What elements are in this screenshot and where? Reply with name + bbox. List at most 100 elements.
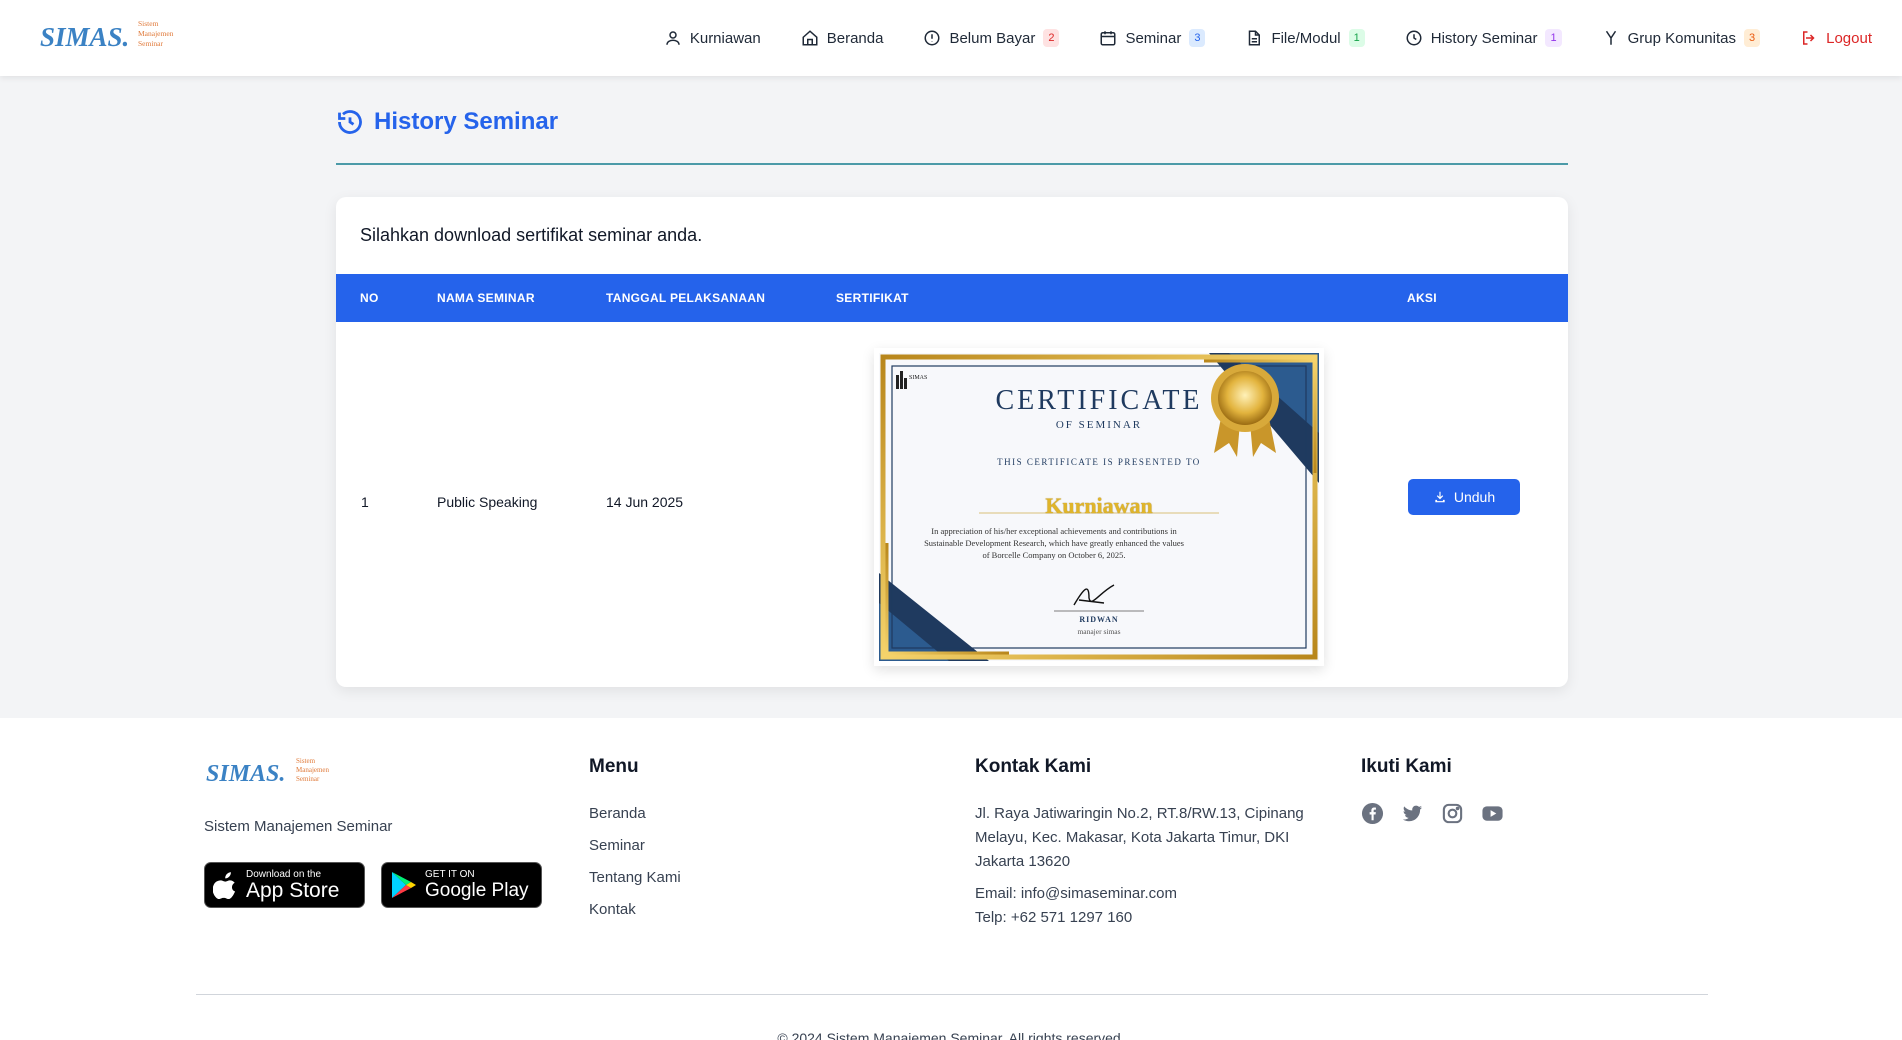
table-row: 1 Public Speaking 14 Jun 2025 SIMAS CERT… xyxy=(336,322,1568,687)
certificate-subtitle: OF SEMINAR xyxy=(1055,419,1143,431)
nav-seminar-badge: 3 xyxy=(1189,29,1206,47)
footer-follow-title: Ikuti Kami xyxy=(1361,756,1452,777)
certificate-preview[interactable]: SIMAS CERTIFICATE OF SEMINAR THIS CERTIF… xyxy=(874,348,1324,666)
col-tanggal: TANGGAL PELAKSANAAN xyxy=(606,291,766,305)
nav-file-modul[interactable]: File/Modul 1 xyxy=(1245,29,1365,47)
facebook-icon[interactable] xyxy=(1361,802,1384,825)
nav-belum-bayar[interactable]: Belum Bayar 2 xyxy=(923,29,1060,47)
copyright: © 2024 Sistem Manajemen Seminar. All rig… xyxy=(777,1030,1125,1040)
history-card: Silahkan download sertifikat seminar and… xyxy=(336,197,1568,687)
row-seminar-name: Public Speaking xyxy=(437,494,538,510)
footer-link-tentang-kami[interactable]: Tentang Kami xyxy=(589,869,681,886)
footer-logo-tagline-3: Seminar xyxy=(296,775,320,783)
footer-link-kontak[interactable]: Kontak xyxy=(589,901,636,918)
footer-link-seminar[interactable]: Seminar xyxy=(589,837,645,854)
user-icon xyxy=(666,31,680,45)
footer-tagline: Sistem Manajemen Seminar xyxy=(204,818,393,835)
nav-history-seminar-badge: 1 xyxy=(1545,29,1562,47)
footer-email: Email: info@simaseminar.com xyxy=(975,885,1177,902)
nav-user-label: Kurniawan xyxy=(689,29,761,47)
nav-seminar[interactable]: Seminar 3 xyxy=(1099,29,1206,47)
calendar-icon xyxy=(1100,31,1116,46)
nav-file-modul-badge: 1 xyxy=(1348,29,1365,47)
nav-belum-bayar-label: Belum Bayar xyxy=(949,29,1036,47)
footer-contact-title: Kontak Kami xyxy=(975,756,1092,777)
logout-label: Logout xyxy=(1826,29,1872,47)
nav-seminar-label: Seminar xyxy=(1125,29,1182,47)
google-play-icon xyxy=(392,872,416,898)
nav-grup-komunitas[interactable]: Grup Komunitas 3 xyxy=(1602,29,1761,47)
alert-circle-icon xyxy=(924,30,940,46)
footer-divider xyxy=(196,994,1708,995)
footer-address: Jl. Raya Jatiwaringin No.2, RT.8/RW.13, … xyxy=(975,802,1304,874)
twitter-icon[interactable] xyxy=(1401,802,1424,825)
certificate-presented: THIS CERTIFICATE IS PRESENTED TO xyxy=(997,457,1201,467)
nav-grup-komunitas-label: Grup Komunitas xyxy=(1627,29,1736,47)
col-no: NO xyxy=(360,291,379,305)
certificate-image: SIMAS CERTIFICATE OF SEMINAR THIS CERTIF… xyxy=(879,353,1319,661)
logo-tagline-1: Sistem xyxy=(138,19,159,28)
app-store-big: App Store xyxy=(246,878,340,902)
footer-address-line-3: Jakarta 13620 xyxy=(975,853,1071,870)
footer-address-line-2: Melayu, Kec. Makasar, Kota Jakarta Timur… xyxy=(975,829,1290,846)
page-title-text: History Seminar xyxy=(374,108,559,135)
footer-logo-text: SIMAS. xyxy=(206,761,285,787)
simas-logo[interactable]: SIMAS. Sistem Manajemen Seminar xyxy=(40,16,190,56)
certificate-title: CERTIFICATE xyxy=(995,385,1203,416)
google-play-big: Google Play xyxy=(425,879,529,901)
nav-beranda-label: Beranda xyxy=(826,29,884,47)
unduh-button[interactable]: Unduh xyxy=(1408,479,1520,515)
certificate-signer: RIDWAN xyxy=(1079,615,1119,624)
row-no: 1 xyxy=(361,494,369,510)
logo-tagline-3: Seminar xyxy=(138,39,163,48)
footer-link-beranda[interactable]: Beranda xyxy=(589,805,646,822)
fork-icon xyxy=(1605,30,1616,45)
top-navbar: SIMAS. Sistem Manajemen Seminar Kurniawa… xyxy=(0,0,1902,76)
nav-user[interactable]: Kurniawan xyxy=(664,29,761,47)
app-store-small: Download on the xyxy=(246,868,322,880)
file-icon xyxy=(1249,30,1261,46)
nav-file-modul-label: File/Modul xyxy=(1271,29,1341,47)
apple-icon xyxy=(213,872,236,900)
main-nav: Kurniawan Beranda Belum Bayar 2 Seminar … xyxy=(624,0,1872,76)
footer-phone: Telp: +62 571 1297 160 xyxy=(975,909,1133,926)
footer-menu-title: Menu xyxy=(589,756,639,777)
nav-history-seminar[interactable]: History Seminar 1 xyxy=(1405,29,1562,47)
clock-icon xyxy=(1406,30,1422,46)
footer-logo-tagline-2: Manajemen xyxy=(296,766,330,774)
logout-button[interactable]: Logout xyxy=(1800,29,1872,47)
certificate-signer-role: manajer simas xyxy=(1077,627,1121,636)
download-icon xyxy=(1435,491,1445,503)
card-intro: Silahkan download sertifikat seminar and… xyxy=(360,225,703,245)
nav-grup-komunitas-badge: 3 xyxy=(1743,29,1761,47)
nav-beranda[interactable]: Beranda xyxy=(801,29,884,47)
footer-address-line-1: Jl. Raya Jatiwaringin No.2, RT.8/RW.13, … xyxy=(975,805,1304,822)
table-header: NO NAMA SEMINAR TANGGAL PELAKSANAAN SERT… xyxy=(336,274,1568,322)
instagram-icon[interactable] xyxy=(1441,802,1464,825)
logo-text: SIMAS. xyxy=(40,22,129,52)
row-date: 14 Jun 2025 xyxy=(606,494,684,510)
footer-logo-tagline-1: Sistem xyxy=(296,757,316,765)
logo-tagline-2: Manajemen xyxy=(138,29,174,38)
youtube-icon[interactable] xyxy=(1481,802,1504,825)
col-nama-seminar: NAMA SEMINAR xyxy=(437,291,535,305)
certificate-brand: SIMAS xyxy=(909,375,928,381)
certificate-recipient: Kurniawan xyxy=(1045,493,1153,518)
footer-logo[interactable]: SIMAS. Sistem Manajemen Seminar xyxy=(206,754,346,790)
google-play-button[interactable]: GET IT ON Google Play xyxy=(381,862,542,908)
footer: SIMAS. Sistem Manajemen Seminar Sistem M… xyxy=(0,718,1902,1040)
certificate-description: In appreciation of his/her exceptional a… xyxy=(924,526,1184,560)
google-play-small: GET IT ON xyxy=(425,868,475,880)
nav-belum-bayar-badge: 2 xyxy=(1043,29,1060,47)
unduh-label: Unduh xyxy=(1453,489,1496,505)
app-store-button[interactable]: Download on the App Store xyxy=(204,862,365,908)
social-links xyxy=(1361,802,1504,825)
history-icon xyxy=(338,110,362,134)
home-icon xyxy=(802,30,818,46)
page-title: History Seminar xyxy=(336,108,558,136)
nav-history-seminar-label: History Seminar xyxy=(1430,29,1538,47)
title-divider xyxy=(336,163,1568,165)
col-aksi: AKSI xyxy=(1407,291,1437,305)
logout-icon xyxy=(1803,31,1815,45)
col-sertifikat: SERTIFIKAT xyxy=(836,291,909,305)
